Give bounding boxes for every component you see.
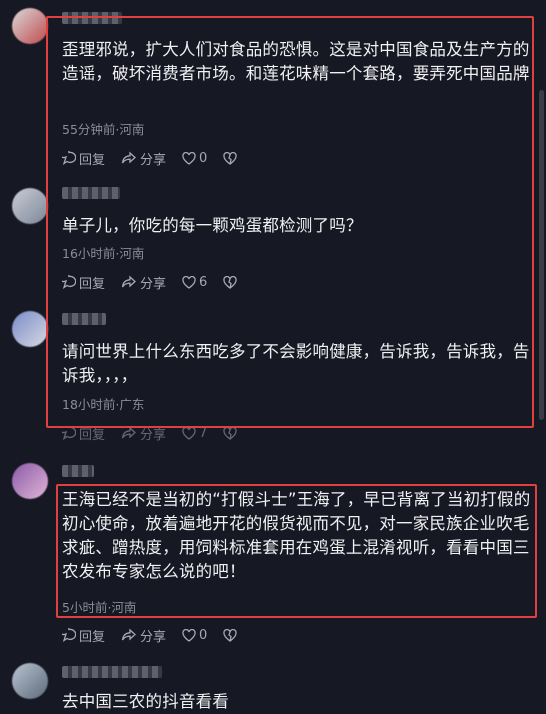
like-count: 0	[199, 627, 208, 643]
reply-label: 回复	[79, 276, 106, 292]
avatar[interactable]	[12, 8, 48, 44]
username[interactable]	[62, 465, 94, 477]
share-button[interactable]: 分享	[121, 626, 166, 645]
share-label: 分享	[140, 427, 167, 443]
comment-meta: 16小时前·河南	[62, 246, 145, 261]
comment-text: 歪理邪说，扩大人们对食品的恐惧。这是对中国食品及生产方的造谣，破坏消费者市场。和…	[62, 40, 530, 83]
share-button[interactable]: 分享	[121, 424, 166, 443]
like-count: 6	[199, 274, 208, 290]
share-button[interactable]: 分享	[121, 273, 166, 292]
share-label: 分享	[140, 629, 167, 645]
reply-icon	[62, 628, 76, 642]
comment-text: 王海已经不是当初的“打假斗士”王海了，早已背离了当初打假的初心使命，放着遍地开花…	[62, 490, 531, 581]
avatar[interactable]	[12, 463, 48, 499]
heart-icon	[182, 275, 196, 289]
like-count: 0	[199, 150, 208, 166]
scrollbar[interactable]	[539, 90, 544, 420]
comment-text: 去中国三农的抖音看看	[62, 692, 229, 711]
like-button[interactable]: 6	[182, 275, 207, 290]
heart-icon	[182, 628, 196, 642]
share-icon	[121, 426, 136, 439]
reply-label: 回复	[79, 629, 106, 645]
broken-heart-icon	[223, 426, 237, 440]
comment-text: 单子儿，你吃的每一颗鸡蛋都检测了吗？	[62, 216, 363, 235]
share-label: 分享	[140, 152, 167, 168]
comment-meta: 55分钟前·河南	[62, 122, 145, 137]
dislike-button[interactable]	[223, 426, 240, 440]
comment-meta: 18小时前·广东	[62, 397, 145, 412]
reply-icon	[62, 275, 76, 289]
avatar[interactable]	[12, 663, 48, 699]
reply-icon	[62, 151, 76, 165]
like-button[interactable]: 7	[182, 426, 207, 441]
heart-icon	[182, 426, 196, 440]
heart-icon	[182, 151, 196, 165]
username[interactable]	[62, 12, 122, 24]
like-button[interactable]: 0	[182, 151, 207, 166]
share-label: 分享	[140, 276, 167, 292]
share-icon	[121, 275, 136, 288]
like-button[interactable]: 0	[182, 628, 207, 643]
comment-text: 请问世界上什么东西吃多了不会影响健康，告诉我，告诉我，告诉我，，，，	[62, 342, 530, 385]
dislike-button[interactable]	[223, 275, 240, 289]
reply-button[interactable]: 回复	[62, 149, 105, 168]
comment-actions: 回复 分享 6	[62, 272, 256, 292]
dislike-button[interactable]	[223, 628, 240, 642]
share-icon	[121, 151, 136, 164]
reply-button[interactable]: 回复	[62, 424, 105, 443]
share-button[interactable]: 分享	[121, 149, 166, 168]
username[interactable]	[62, 666, 162, 678]
share-icon	[121, 628, 136, 641]
comment-actions: 回复 分享 0	[62, 148, 256, 168]
reply-label: 回复	[79, 152, 106, 168]
reply-button[interactable]: 回复	[62, 626, 105, 645]
username[interactable]	[62, 313, 106, 325]
dislike-button[interactable]	[223, 151, 240, 165]
avatar[interactable]	[12, 311, 48, 347]
reply-button[interactable]: 回复	[62, 273, 105, 292]
username[interactable]	[62, 187, 120, 199]
avatar[interactable]	[12, 188, 48, 224]
broken-heart-icon	[223, 151, 237, 165]
comment-actions: 回复 分享 0	[62, 625, 256, 645]
reply-label: 回复	[79, 427, 106, 443]
comment-actions: 回复 分享 7	[62, 423, 256, 443]
broken-heart-icon	[223, 275, 237, 289]
comment-meta: 5小时前·河南	[62, 600, 137, 615]
broken-heart-icon	[223, 628, 237, 642]
like-count: 7	[199, 425, 208, 441]
reply-icon	[62, 426, 76, 440]
